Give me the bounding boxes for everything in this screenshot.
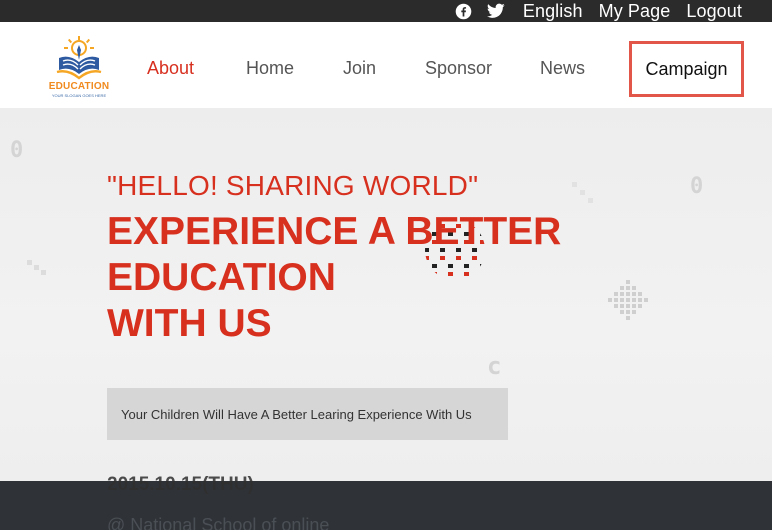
decorative-diamond-dots: [608, 280, 648, 320]
nav-item-about[interactable]: About: [147, 58, 194, 79]
site-logo[interactable]: EDUCATION YOUR SLOGAN GOES HERE: [46, 36, 112, 100]
decorative-squares: [572, 182, 593, 203]
language-link[interactable]: English: [523, 0, 583, 22]
event-date: 2015.10.15(THU): [107, 474, 254, 495]
facebook-icon[interactable]: [455, 2, 473, 20]
nav-item-home[interactable]: Home: [246, 58, 294, 79]
hero-cta-button[interactable]: Your Children Will Have A Better Learing…: [107, 388, 508, 440]
hero-title-line: EDUCATION: [107, 256, 336, 299]
nav-item-sponsor[interactable]: Sponsor: [425, 58, 492, 79]
my-page-link[interactable]: My Page: [599, 0, 671, 22]
campaign-label: Campaign: [645, 58, 728, 79]
decorative-zero: 0: [690, 174, 704, 199]
nav-item-campaign[interactable]: Campaign: [629, 41, 744, 97]
event-credit: @ National School of online: [107, 515, 330, 530]
social-links: [455, 2, 505, 20]
logo-tagline: YOUR SLOGAN GOES HERE: [51, 93, 107, 98]
hero-subtitle: "HELLO! SHARING WORLD": [107, 170, 479, 201]
hero-title-line: WITH US: [107, 302, 272, 345]
logo-book-sun-icon: [56, 36, 102, 80]
site-header: EDUCATION YOUR SLOGAN GOES HERE About Ho…: [0, 22, 772, 108]
decorative-zero: 0: [10, 138, 24, 163]
hero-title: EXPERIENCE A BETTER EDUCATION WITH US: [107, 209, 561, 347]
decorative-c: c: [487, 352, 502, 380]
hero-title-line: EXPERIENCE A BETTER: [107, 210, 562, 253]
top-bar: English My Page Logout: [0, 0, 772, 22]
hero-section: 0 0 c "HELLO! SHARING WORLD" EXPERIENCE …: [0, 108, 772, 481]
nav-item-news[interactable]: News: [540, 58, 585, 79]
decorative-squares: [27, 260, 46, 275]
logout-link[interactable]: Logout: [686, 0, 742, 22]
nav-item-join[interactable]: Join: [343, 58, 376, 79]
twitter-icon[interactable]: [486, 2, 505, 20]
logo-wordmark: EDUCATION: [48, 81, 110, 92]
